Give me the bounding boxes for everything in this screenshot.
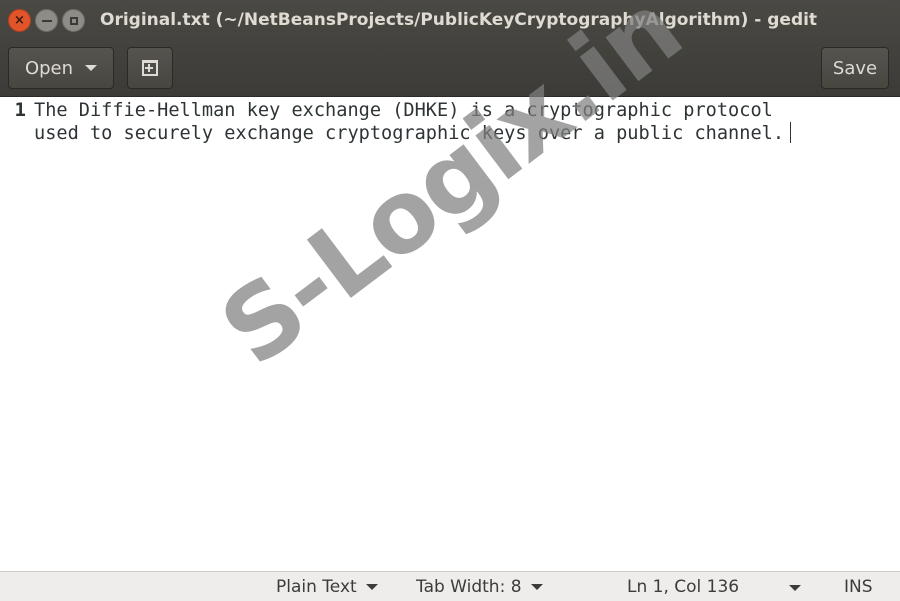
line-number: 1 <box>14 99 26 121</box>
editor-text[interactable]: The Diffie-Hellman key exchange (DHKE) i… <box>34 99 894 145</box>
maximize-icon[interactable] <box>62 9 85 32</box>
insert-mode-label: INS <box>844 577 873 597</box>
window-header: × Original.txt (~/NetBeansProjects/Publi… <box>0 0 900 97</box>
save-button-label: Save <box>832 57 878 79</box>
open-button-label: Open <box>24 57 74 79</box>
text-editor[interactable]: 1 The Diffie-Hellman key exchange (DHKE)… <box>0 97 900 571</box>
editor-line: The Diffie-Hellman key exchange (DHKE) i… <box>34 100 773 121</box>
chevron-down-icon <box>365 584 378 590</box>
new-tab-icon <box>142 60 158 76</box>
view-menu-button[interactable] <box>789 585 801 591</box>
chevron-down-icon <box>530 584 543 590</box>
minimize-icon[interactable] <box>35 9 58 32</box>
language-label: Plain Text <box>276 577 357 597</box>
window-title: Original.txt (~/NetBeansProjects/PublicK… <box>100 10 818 30</box>
editor-line: used to securely exchange cryptographic … <box>34 123 785 144</box>
new-tab-button[interactable] <box>127 47 173 89</box>
open-button[interactable]: Open <box>8 47 114 89</box>
insert-mode: INS <box>844 577 873 597</box>
save-button[interactable]: Save <box>821 47 889 89</box>
line-number-gutter: 1 <box>0 97 32 571</box>
cursor-position[interactable]: Ln 1, Col 136 <box>627 577 739 597</box>
text-cursor <box>790 122 792 143</box>
status-bar: Plain Text Tab Width: 8 Ln 1, Col 136 IN… <box>0 571 900 601</box>
chevron-down-icon <box>85 65 98 71</box>
cursor-position-label: Ln 1, Col 136 <box>627 577 740 597</box>
close-icon[interactable]: × <box>8 9 31 32</box>
chevron-down-icon <box>789 585 801 591</box>
tab-width-selector[interactable]: Tab Width: 8 <box>416 577 543 597</box>
language-selector[interactable]: Plain Text <box>276 577 378 597</box>
title-bar[interactable]: × Original.txt (~/NetBeansProjects/Publi… <box>0 0 900 42</box>
tab-width-label: Tab Width: 8 <box>416 577 522 597</box>
